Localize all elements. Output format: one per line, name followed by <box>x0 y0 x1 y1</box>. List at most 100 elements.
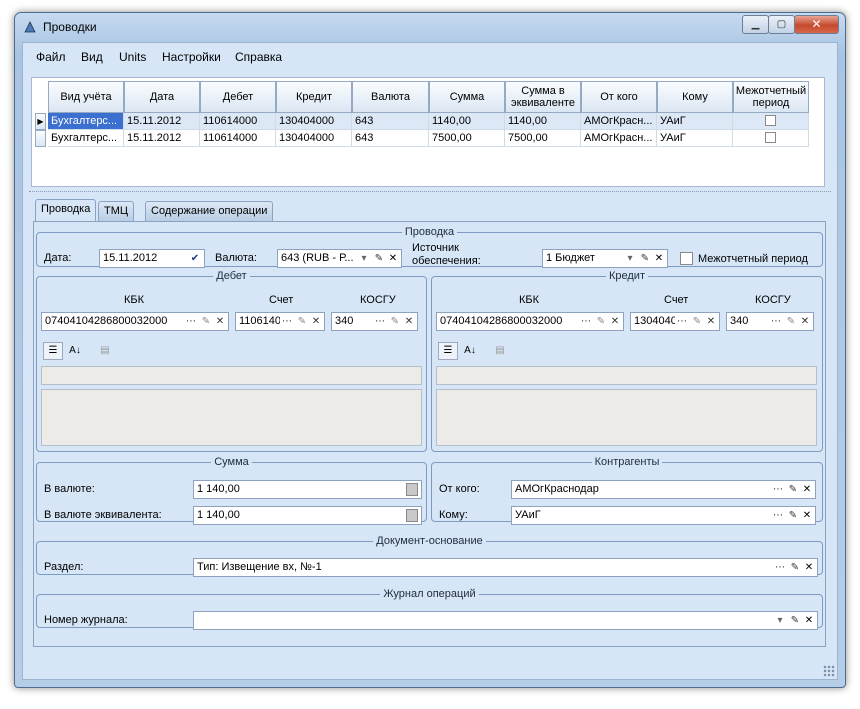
debit-kbk-field[interactable]: 07404104286800032000 ⋯ ✎ ✕ <box>41 312 229 331</box>
credit-kosgu-field[interactable]: 340 ⋯ ✎ ✕ <box>726 312 814 331</box>
column-header-debit[interactable]: Дебет <box>200 81 276 113</box>
clear-icon[interactable]: ✕ <box>309 314 323 329</box>
edit-icon[interactable]: ✎ <box>690 314 704 329</box>
source-field[interactable]: 1 Бюджет ▾ ✎ ✕ <box>542 249 668 268</box>
clear-icon[interactable]: ✕ <box>213 314 227 329</box>
credit-account-field[interactable]: 1304040 ⋯ ✎ ✕ <box>630 312 720 331</box>
column-header-amount-equiv[interactable]: Сумма в эквиваленте <box>505 81 581 113</box>
close-button[interactable]: ✕ <box>794 15 839 34</box>
more-icon[interactable]: ⋯ <box>184 314 198 329</box>
table-cell[interactable]: 130404000 <box>276 113 352 130</box>
property-pages-icon[interactable]: ▤ <box>490 342 510 360</box>
edit-icon[interactable]: ✎ <box>638 251 652 266</box>
column-header-interperiod[interactable]: Межотчетный период <box>733 81 809 113</box>
tab-operation-content[interactable]: Содержание операции <box>145 201 274 221</box>
clear-icon[interactable]: ✕ <box>798 314 812 329</box>
edit-icon[interactable]: ✎ <box>372 251 386 266</box>
more-icon[interactable]: ⋯ <box>280 314 294 329</box>
table-cell[interactable]: 1140,00 <box>429 113 505 130</box>
more-icon[interactable]: ⋯ <box>579 314 593 329</box>
clear-icon[interactable]: ✕ <box>800 482 814 497</box>
table-cell[interactable]: 643 <box>352 130 429 147</box>
resize-grip-icon[interactable] <box>823 665 835 677</box>
column-header-from[interactable]: От кого <box>581 81 657 113</box>
clear-icon[interactable]: ✕ <box>402 314 416 329</box>
table-cell[interactable]: 15.11.2012 <box>124 130 200 147</box>
row-indicator[interactable] <box>35 130 46 147</box>
column-header-to[interactable]: Кому <box>657 81 733 113</box>
clear-icon[interactable]: ✕ <box>608 314 622 329</box>
categorized-view-icon[interactable]: ☰ <box>438 342 458 360</box>
table-cell[interactable]: 130404000 <box>276 130 352 147</box>
minimize-button[interactable]: ▁ <box>742 15 769 34</box>
calculator-icon[interactable] <box>406 483 418 496</box>
from-field[interactable]: АМОгКраснодар ⋯ ✎ ✕ <box>511 480 816 499</box>
dropdown-arrow-icon[interactable]: ▾ <box>773 613 787 628</box>
edit-icon[interactable]: ✎ <box>784 314 798 329</box>
property-pages-icon[interactable]: ▤ <box>95 342 115 360</box>
interperiod-checkbox[interactable] <box>680 252 693 265</box>
tab-provodka[interactable]: Проводка <box>35 199 97 222</box>
edit-icon[interactable]: ✎ <box>788 560 802 575</box>
dropdown-arrow-icon[interactable]: ▾ <box>623 251 637 266</box>
title-bar[interactable]: Проводки ▁ ▢ ✕ <box>15 13 845 41</box>
row-indicator-current[interactable]: ▶ <box>35 113 46 130</box>
table-cell[interactable]: 110614000 <box>200 130 276 147</box>
menu-file[interactable]: Файл <box>36 50 66 64</box>
clear-icon[interactable]: ✕ <box>802 560 816 575</box>
amount-currency-field[interactable]: 1 140,00 <box>193 480 422 499</box>
table-cell[interactable]: УАиГ <box>657 130 733 147</box>
menu-settings[interactable]: Настройки <box>162 50 221 64</box>
more-icon[interactable]: ⋯ <box>675 314 689 329</box>
edit-icon[interactable]: ✎ <box>295 314 309 329</box>
column-header-account-type[interactable]: Вид учёта <box>48 81 124 113</box>
menu-help[interactable]: Справка <box>235 50 282 64</box>
table-cell[interactable]: 643 <box>352 113 429 130</box>
table-cell[interactable]: УАиГ <box>657 113 733 130</box>
debit-kosgu-field[interactable]: 340 ⋯ ✎ ✕ <box>331 312 418 331</box>
debit-account-field[interactable]: 1106140 ⋯ ✎ ✕ <box>235 312 325 331</box>
edit-icon[interactable]: ✎ <box>388 314 402 329</box>
table-cell[interactable]: Бухгалтерс... <box>48 113 124 130</box>
clear-icon[interactable]: ✕ <box>800 508 814 523</box>
interperiod-checkbox[interactable] <box>765 115 776 126</box>
more-icon[interactable]: ⋯ <box>769 314 783 329</box>
journal-number-field[interactable]: ▾ ✎ ✕ <box>193 611 818 630</box>
calculator-icon[interactable] <box>406 509 418 522</box>
edit-icon[interactable]: ✎ <box>786 508 800 523</box>
sort-az-icon[interactable]: A↓ <box>460 342 480 360</box>
amount-equiv-field[interactable]: 1 140,00 <box>193 506 422 525</box>
table-cell[interactable]: 1140,00 <box>505 113 581 130</box>
column-header-date[interactable]: Дата <box>124 81 200 113</box>
clear-icon[interactable]: ✕ <box>802 613 816 628</box>
clear-icon[interactable]: ✕ <box>652 251 666 266</box>
more-icon[interactable]: ⋯ <box>773 560 787 575</box>
more-icon[interactable]: ⋯ <box>771 508 785 523</box>
table-cell[interactable]: Бухгалтерс... <box>48 130 124 147</box>
splitter[interactable] <box>29 191 831 192</box>
column-header-currency[interactable]: Валюта <box>352 81 429 113</box>
table-cell[interactable]: 7500,00 <box>505 130 581 147</box>
table-cell[interactable]: АМОгКрасн... <box>581 113 657 130</box>
calendar-dropdown-icon[interactable]: ✔ <box>188 251 202 266</box>
edit-icon[interactable]: ✎ <box>594 314 608 329</box>
entries-grid[interactable]: Вид учёта Дата Дебет Кредит Валюта Сумма… <box>31 77 825 187</box>
categorized-view-icon[interactable]: ☰ <box>43 342 63 360</box>
table-cell-checkbox[interactable] <box>733 130 809 147</box>
more-icon[interactable]: ⋯ <box>771 482 785 497</box>
dropdown-arrow-icon[interactable]: ▾ <box>357 251 371 266</box>
currency-field[interactable]: 643 (RUB - Р... ▾ ✎ ✕ <box>277 249 402 268</box>
menu-view[interactable]: Вид <box>81 50 103 64</box>
section-field[interactable]: Тип: Извещение вх, №-1 ⋯ ✎ ✕ <box>193 558 818 577</box>
tab-tmc[interactable]: ТМЦ <box>98 201 135 221</box>
more-icon[interactable]: ⋯ <box>373 314 387 329</box>
menu-units[interactable]: Units <box>119 50 146 64</box>
interperiod-checkbox[interactable] <box>765 132 776 143</box>
edit-icon[interactable]: ✎ <box>786 482 800 497</box>
credit-kbk-field[interactable]: 07404104286800032000 ⋯ ✎ ✕ <box>436 312 624 331</box>
column-header-credit[interactable]: Кредит <box>276 81 352 113</box>
clear-icon[interactable]: ✕ <box>704 314 718 329</box>
maximize-button[interactable]: ▢ <box>768 15 795 34</box>
table-cell[interactable]: 110614000 <box>200 113 276 130</box>
table-cell[interactable]: АМОгКрасн... <box>581 130 657 147</box>
